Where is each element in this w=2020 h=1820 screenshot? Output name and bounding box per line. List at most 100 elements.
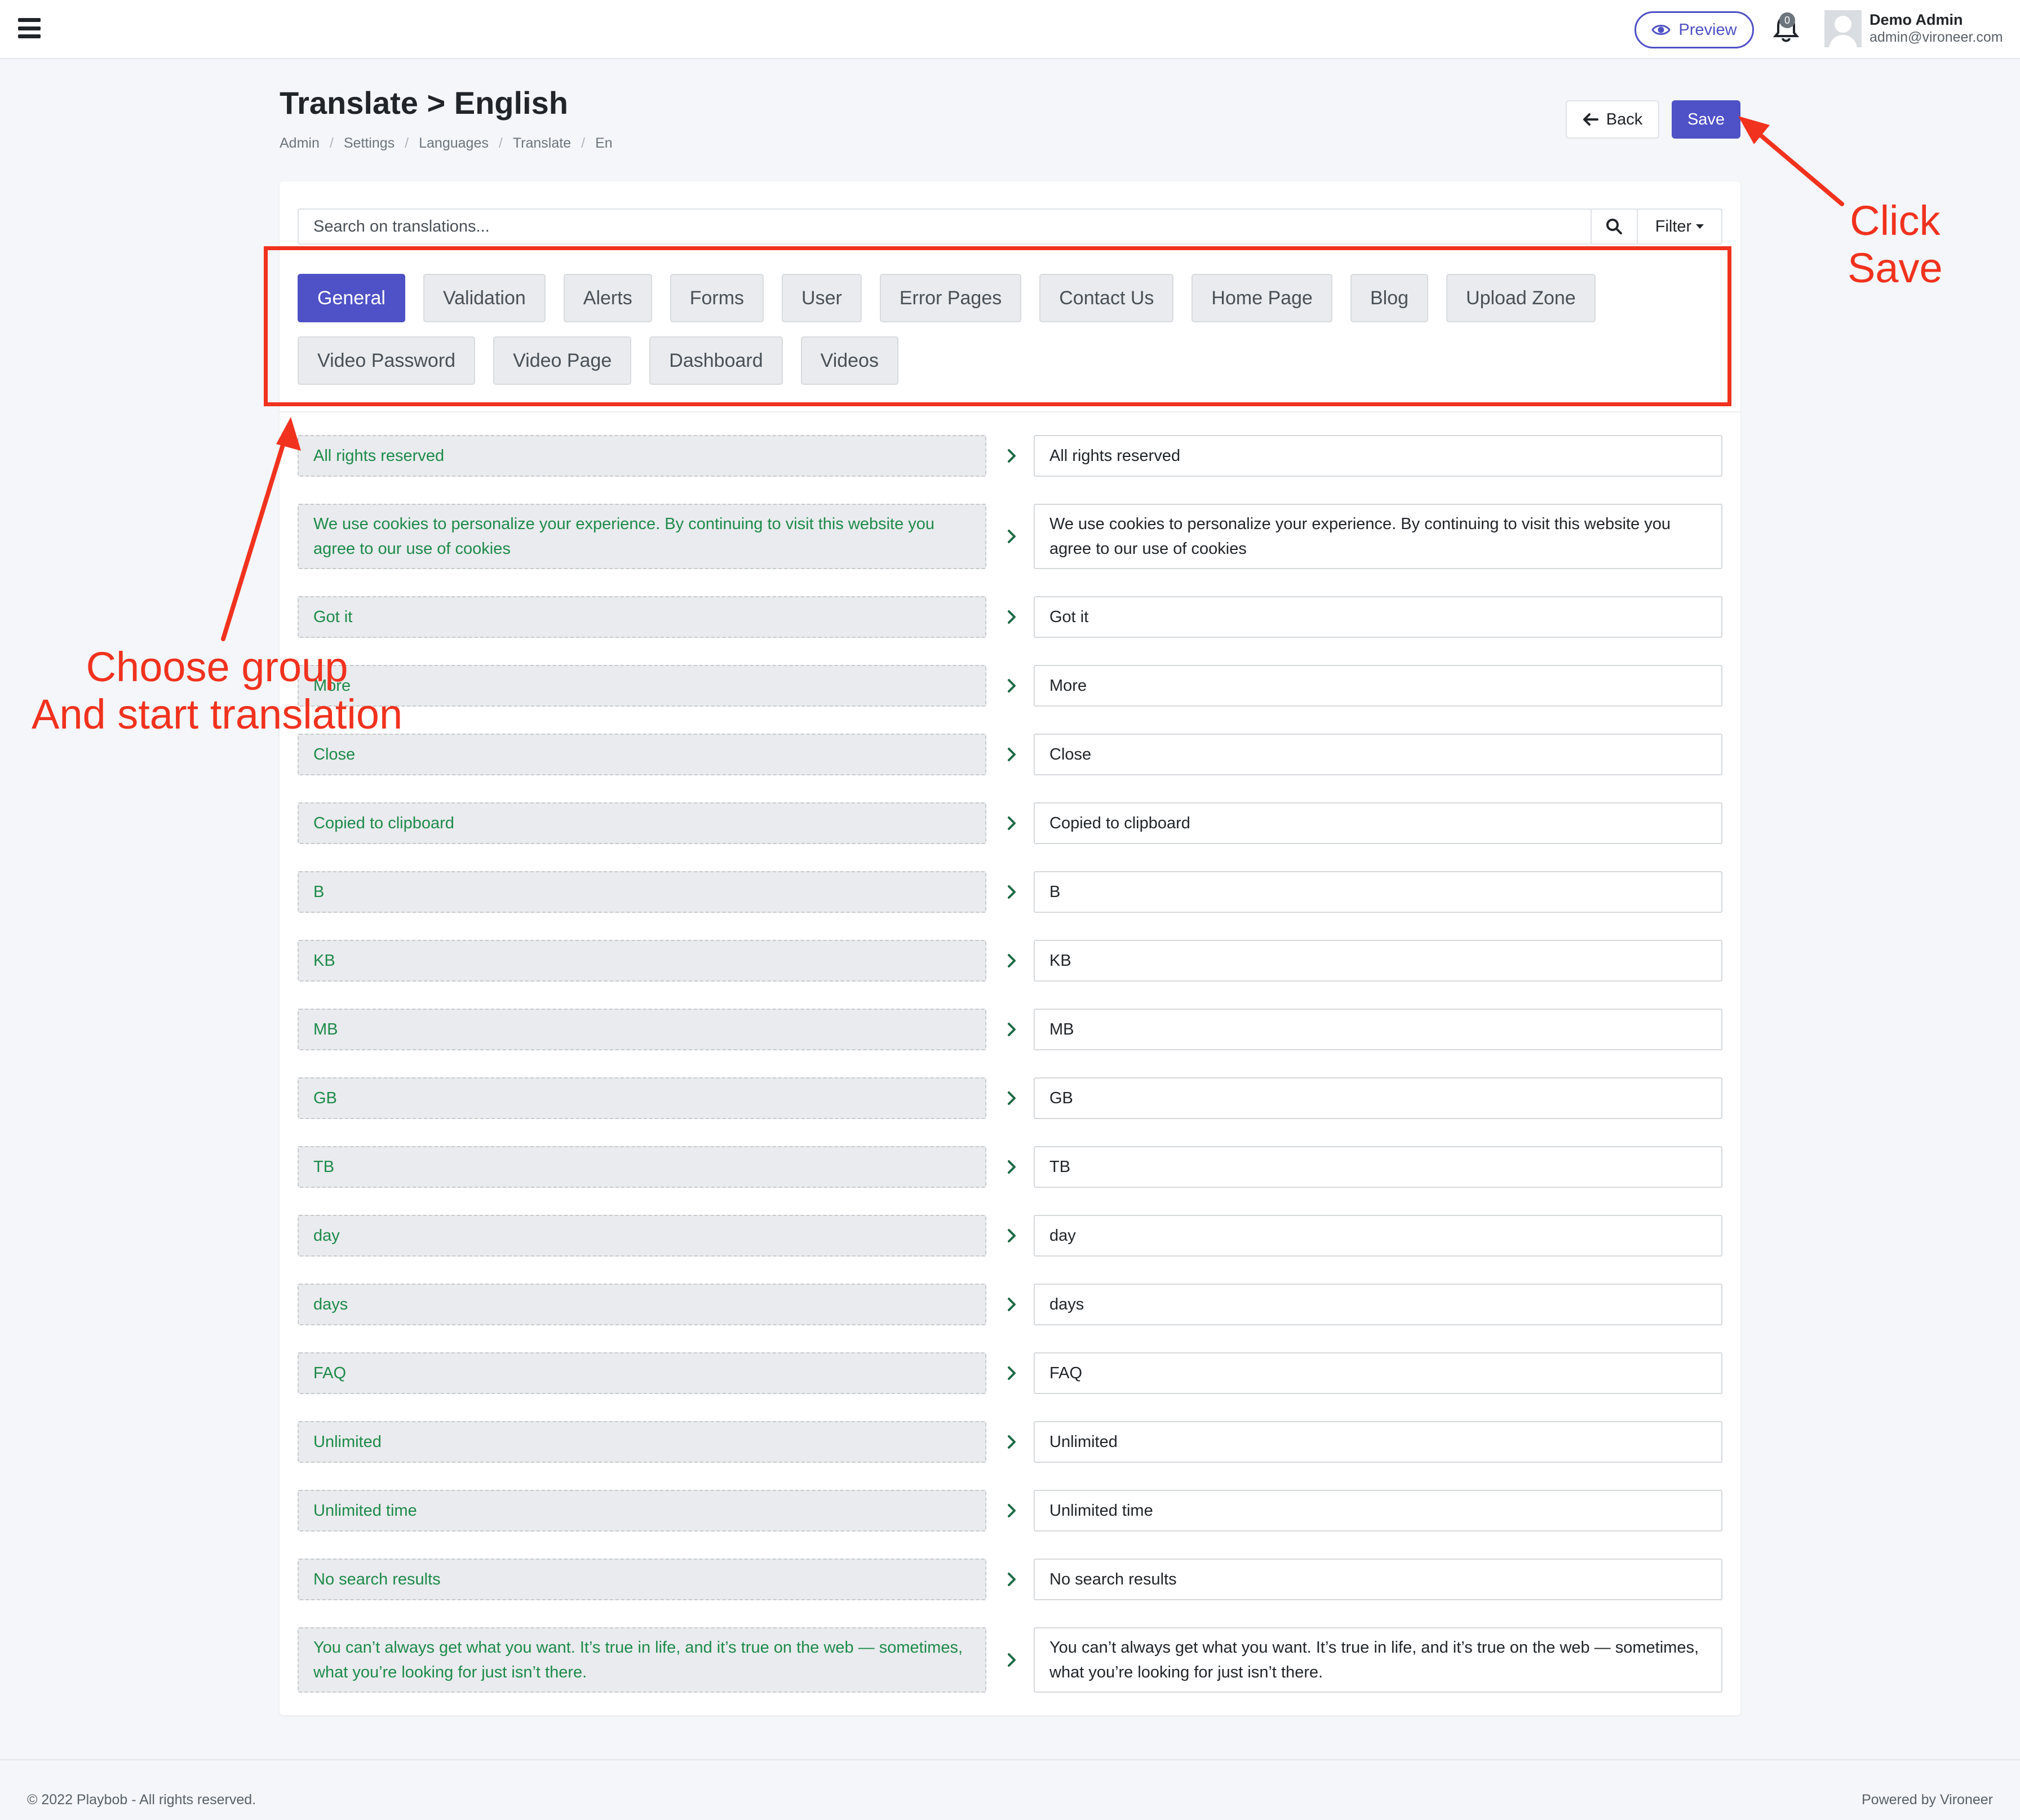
translation-key: You can’t always get what you want. It’s… bbox=[298, 1627, 986, 1693]
translation-value-input[interactable]: We use cookies to personalize your exper… bbox=[1034, 504, 1722, 569]
chevron-right-icon[interactable] bbox=[1002, 676, 1021, 695]
translation-key: Unlimited bbox=[298, 1421, 986, 1463]
translation-value-input[interactable]: All rights reserved bbox=[1034, 435, 1722, 477]
search-input[interactable] bbox=[298, 208, 1592, 245]
translation-row: Unlimited Unlimited bbox=[298, 1421, 1722, 1463]
divider bbox=[280, 411, 1740, 412]
breadcrumb-translate[interactable]: Translate bbox=[513, 135, 571, 152]
translation-row: MB MB bbox=[298, 1009, 1722, 1050]
translation-row: Copied to clipboard Copied to clipboard bbox=[298, 802, 1722, 844]
translation-key: days bbox=[298, 1284, 986, 1325]
back-label: Back bbox=[1606, 110, 1643, 128]
user-name[interactable]: Demo Admin bbox=[1870, 11, 1963, 29]
back-button[interactable]: Back bbox=[1566, 100, 1659, 139]
translation-value-input[interactable]: B bbox=[1034, 871, 1722, 913]
annotation-click-save-line-2: Save bbox=[1848, 245, 1943, 291]
translation-row: More More bbox=[298, 665, 1722, 707]
translation-value-input[interactable]: Unlimited bbox=[1034, 1421, 1722, 1463]
annotation-choose-group-line-2: And start translation bbox=[32, 691, 403, 738]
chevron-right-icon[interactable] bbox=[1002, 1364, 1021, 1383]
breadcrumb-admin[interactable]: Admin bbox=[280, 135, 320, 152]
top-navbar: Preview 0 Demo Admin admin@vironeer.com bbox=[0, 0, 2020, 59]
chevron-right-icon[interactable] bbox=[1002, 607, 1021, 627]
translation-key: Close bbox=[298, 734, 986, 775]
translation-key: FAQ bbox=[298, 1352, 986, 1394]
page-title: Translate > English bbox=[280, 85, 568, 121]
chevron-right-icon[interactable] bbox=[1002, 745, 1021, 764]
annotation-click-save: Click Save bbox=[1848, 197, 1943, 292]
chevron-right-icon[interactable] bbox=[1002, 1295, 1021, 1314]
annotation-highlight-box bbox=[264, 246, 1731, 406]
annotation-choose-group: Choose group And start translation bbox=[32, 643, 402, 738]
translation-key: All rights reserved bbox=[298, 435, 986, 477]
translation-value-input[interactable]: FAQ bbox=[1034, 1352, 1722, 1394]
chevron-right-icon[interactable] bbox=[1002, 1432, 1021, 1451]
chevron-right-icon[interactable] bbox=[1002, 1089, 1021, 1108]
filter-dropdown[interactable]: Filter bbox=[1637, 208, 1722, 245]
breadcrumb-settings[interactable]: Settings bbox=[344, 135, 395, 152]
translation-value-input[interactable]: More bbox=[1034, 665, 1722, 707]
translation-row: Close Close bbox=[298, 734, 1722, 775]
translation-value-input[interactable]: MB bbox=[1034, 1009, 1722, 1050]
chevron-right-icon[interactable] bbox=[1002, 814, 1021, 833]
translation-key: B bbox=[298, 871, 986, 913]
translation-row: days days bbox=[298, 1284, 1722, 1325]
translation-key: Unlimited time bbox=[298, 1490, 986, 1532]
translation-value-input[interactable]: You can’t always get what you want. It’s… bbox=[1034, 1627, 1722, 1693]
translation-value-input[interactable]: Got it bbox=[1034, 596, 1722, 638]
filter-label: Filter bbox=[1655, 217, 1692, 236]
search-button[interactable] bbox=[1591, 208, 1638, 245]
chevron-right-icon[interactable] bbox=[1002, 1226, 1021, 1245]
chevron-right-icon[interactable] bbox=[1002, 1501, 1021, 1520]
translation-value-input[interactable]: Unlimited time bbox=[1034, 1490, 1722, 1532]
menu-icon[interactable] bbox=[18, 18, 41, 38]
chevron-right-icon[interactable] bbox=[1002, 1570, 1021, 1589]
chevron-right-icon[interactable] bbox=[1002, 1157, 1021, 1177]
annotation-click-save-line-1: Click bbox=[1850, 197, 1941, 244]
user-email: admin@vironeer.com bbox=[1870, 29, 2003, 45]
translation-key: GB bbox=[298, 1077, 986, 1119]
footer: © 2022 Playbob - All rights reserved. Po… bbox=[0, 1759, 2020, 1820]
chevron-right-icon[interactable] bbox=[1002, 527, 1021, 546]
translation-value-input[interactable]: GB bbox=[1034, 1077, 1722, 1119]
preview-button[interactable]: Preview bbox=[1634, 11, 1754, 48]
powered-by-text: Powered by Vironeer bbox=[1861, 1792, 1993, 1808]
translation-key: No search results bbox=[298, 1559, 986, 1600]
translation-value-input[interactable]: TB bbox=[1034, 1146, 1722, 1188]
translation-key: day bbox=[298, 1215, 986, 1257]
translation-value-input[interactable]: KB bbox=[1034, 940, 1722, 982]
translation-row: TB TB bbox=[298, 1146, 1722, 1188]
translation-key: TB bbox=[298, 1146, 986, 1188]
translation-value-input[interactable]: days bbox=[1034, 1284, 1722, 1325]
translation-key: Got it bbox=[298, 596, 986, 638]
translation-row: All rights reserved All rights reserved bbox=[298, 435, 1722, 477]
chevron-right-icon[interactable] bbox=[1002, 446, 1021, 465]
annotation-choose-group-line-1: Choose group bbox=[86, 643, 348, 690]
translation-value-input[interactable]: No search results bbox=[1034, 1559, 1722, 1600]
avatar[interactable] bbox=[1824, 10, 1862, 47]
copyright-text: © 2022 Playbob - All rights reserved. bbox=[27, 1792, 256, 1808]
caret-down-icon bbox=[1696, 224, 1704, 229]
chevron-right-icon[interactable] bbox=[1002, 882, 1021, 902]
translation-key: We use cookies to personalize your exper… bbox=[298, 504, 986, 569]
breadcrumb-languages[interactable]: Languages bbox=[419, 135, 489, 152]
translation-row: FAQ FAQ bbox=[298, 1352, 1722, 1394]
translation-key: MB bbox=[298, 1009, 986, 1050]
translation-value-input[interactable]: Close bbox=[1034, 734, 1722, 775]
translation-row: Unlimited time Unlimited time bbox=[298, 1490, 1722, 1532]
translation-row: day day bbox=[298, 1215, 1722, 1257]
translation-row: No search results No search results bbox=[298, 1559, 1722, 1600]
arrow-left-icon bbox=[1583, 113, 1598, 126]
translation-key: KB bbox=[298, 940, 986, 982]
translation-row: You can’t always get what you want. It’s… bbox=[298, 1627, 1722, 1693]
translation-value-input[interactable]: day bbox=[1034, 1215, 1722, 1257]
chevron-right-icon[interactable] bbox=[1002, 1650, 1021, 1670]
chevron-right-icon[interactable] bbox=[1002, 951, 1021, 970]
search-icon bbox=[1606, 219, 1622, 234]
translation-row: We use cookies to personalize your exper… bbox=[298, 504, 1722, 569]
translation-row: BB bbox=[298, 871, 1722, 913]
translation-row: GB GB bbox=[298, 1077, 1722, 1119]
save-button[interactable]: Save bbox=[1672, 100, 1740, 139]
chevron-right-icon[interactable] bbox=[1002, 1020, 1021, 1039]
translation-value-input[interactable]: Copied to clipboard bbox=[1034, 802, 1722, 844]
